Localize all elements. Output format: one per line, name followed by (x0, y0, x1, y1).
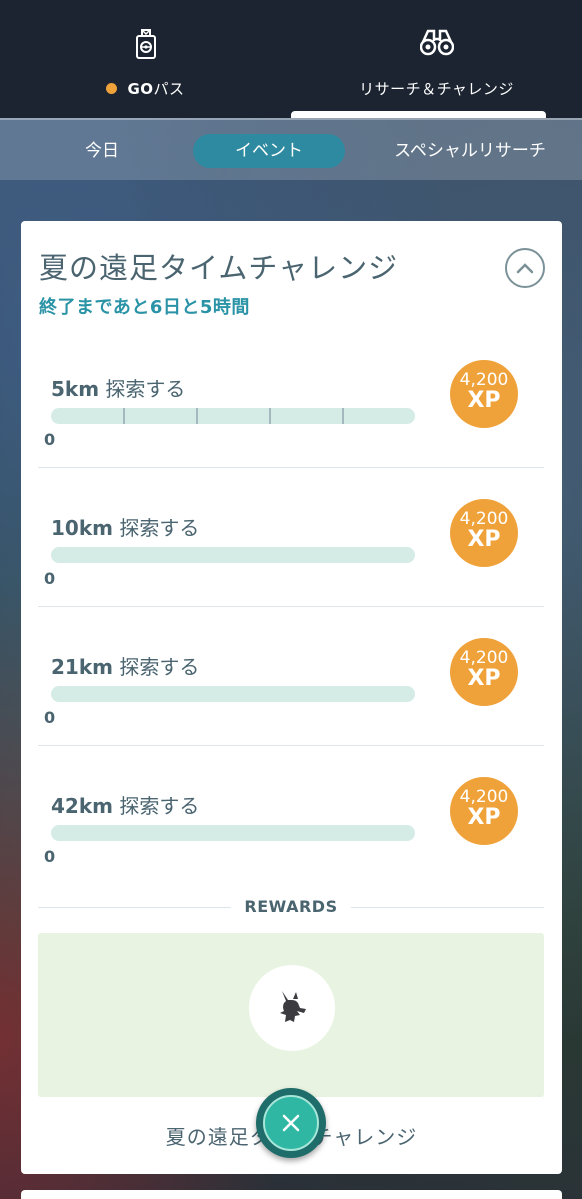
close-button[interactable] (256, 1088, 326, 1158)
subtab-today[interactable]: 今日 (60, 134, 144, 168)
progress-bar (51, 408, 415, 424)
progress-bar (51, 825, 415, 841)
tab-gopass[interactable]: GOパス (0, 0, 291, 118)
progress-tick (269, 408, 271, 424)
pass-icon (135, 28, 157, 64)
time-remaining: 終了まであと6日と5時間 (39, 297, 250, 318)
progress-bar (51, 547, 415, 563)
task-label: 5km 探索する (51, 377, 186, 401)
xp-reward-badge: 4,200 XP (450, 777, 518, 845)
next-card-edge (21, 1190, 562, 1199)
challenge-title: 夏の遠足タイムチャレンジ (39, 251, 399, 285)
tab-gopass-label: GOパス (0, 78, 291, 99)
pikachu-silhouette-icon (280, 991, 306, 1022)
close-icon (282, 1114, 300, 1132)
progress-tick (123, 408, 125, 424)
task-row[interactable]: 10km 探索する 0 4,200 XP (38, 468, 544, 607)
challenge-card: 夏の遠足タイムチャレンジ 終了まであと6日と5時間 5km 探索する 0 4,2… (21, 221, 562, 1174)
reward-item[interactable] (249, 965, 335, 1051)
xp-unit: XP (467, 527, 501, 552)
xp-amount: 4,200 (459, 370, 509, 390)
progress-bar (51, 686, 415, 702)
tab-research-label: リサーチ＆チャレンジ (359, 80, 514, 98)
task-row[interactable]: 5km 探索する 0 4,200 XP (38, 329, 544, 468)
progress-tick (342, 408, 344, 424)
task-label: 42km 探索する (51, 794, 200, 818)
xp-reward-badge: 4,200 XP (450, 638, 518, 706)
task-label: 10km 探索する (51, 516, 200, 540)
tab-research-challenge[interactable]: リサーチ＆チャレンジ (291, 0, 582, 118)
subtab-bar: 今日 イベント スペシャルリサーチ (0, 118, 582, 180)
xp-unit: XP (467, 388, 501, 413)
task-row[interactable]: 42km 探索する 0 4,200 XP (38, 746, 544, 885)
task-progress-value: 0 (44, 847, 56, 866)
xp-reward-badge: 4,200 XP (450, 360, 518, 428)
xp-unit: XP (467, 666, 501, 691)
subtab-special-research[interactable]: スペシャルリサーチ (380, 134, 560, 168)
xp-amount: 4,200 (459, 787, 509, 807)
xp-amount: 4,200 (459, 509, 509, 529)
subtab-event[interactable]: イベント (193, 134, 345, 168)
top-header: GOパス リサーチ＆チャレンジ (0, 0, 582, 118)
xp-unit: XP (467, 805, 501, 830)
notification-dot (106, 83, 118, 94)
task-row[interactable]: 21km 探索する 0 4,200 XP (38, 607, 544, 746)
task-label: 21km 探索する (51, 655, 200, 679)
task-progress-value: 0 (44, 430, 56, 449)
rewards-heading: REWARDS (231, 897, 351, 916)
active-tab-indicator (291, 111, 546, 118)
rewards-panel (38, 933, 544, 1097)
task-progress-value: 0 (44, 708, 56, 727)
progress-tick (196, 408, 198, 424)
task-progress-value: 0 (44, 569, 56, 588)
xp-reward-badge: 4,200 XP (450, 499, 518, 567)
xp-amount: 4,200 (459, 648, 509, 668)
binoculars-icon (419, 28, 454, 62)
collapse-button[interactable] (505, 248, 545, 288)
chevron-up-icon (516, 263, 534, 274)
